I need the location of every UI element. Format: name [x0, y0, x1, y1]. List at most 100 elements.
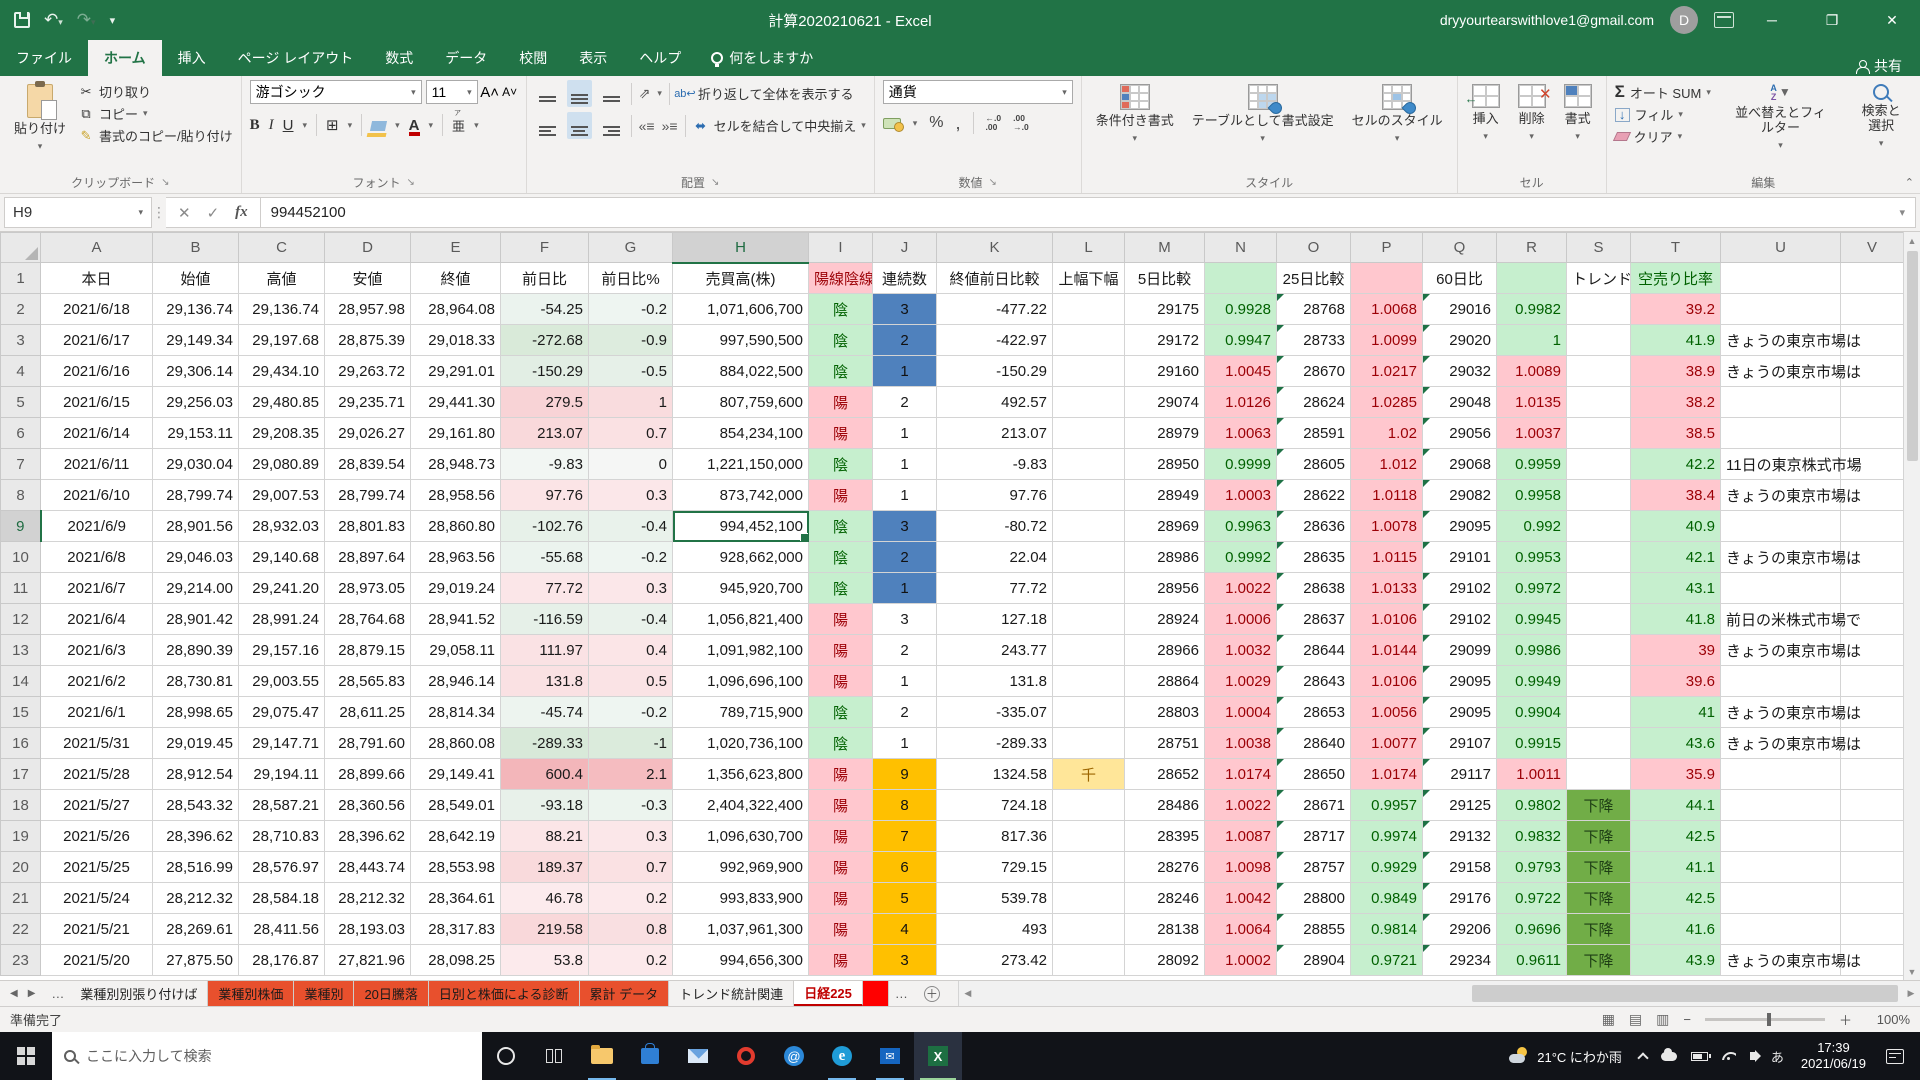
- column-header-T[interactable]: T: [1631, 233, 1721, 263]
- ribbon-tab-校閲[interactable]: 校閲: [503, 40, 563, 76]
- cell-A20[interactable]: 2021/5/25: [41, 852, 153, 883]
- zoom-slider[interactable]: [1705, 1018, 1825, 1021]
- sheet-scroll-left-icon[interactable]: ◀: [10, 988, 18, 999]
- cell-styles-button[interactable]: セルのスタイル▾: [1346, 80, 1449, 147]
- row-header-8[interactable]: 8: [1, 480, 41, 511]
- bold-button[interactable]: B: [250, 117, 260, 134]
- cell-K3[interactable]: -422.97: [937, 325, 1053, 356]
- cell-E12[interactable]: 28,941.52: [411, 604, 501, 635]
- cell-K8[interactable]: 97.76: [937, 480, 1053, 511]
- cell-S10[interactable]: [1567, 542, 1631, 573]
- cell-F15[interactable]: -45.74: [501, 697, 589, 728]
- cell-O5[interactable]: 28624: [1277, 387, 1351, 418]
- cell-K5[interactable]: 492.57: [937, 387, 1053, 418]
- cell-R19[interactable]: 0.9832: [1497, 821, 1567, 852]
- autosum-button[interactable]: Σオート SUM▾: [1615, 82, 1711, 102]
- collapse-ribbon-icon[interactable]: ⌃: [1905, 176, 1914, 189]
- cell-B20[interactable]: 28,516.99: [153, 852, 239, 883]
- cell-P13[interactable]: 1.0144: [1351, 635, 1423, 666]
- cell-H8[interactable]: 873,742,000: [673, 480, 809, 511]
- cell-N13[interactable]: 1.0032: [1205, 635, 1277, 666]
- cell-T18[interactable]: 44.1: [1631, 790, 1721, 821]
- cell-T6[interactable]: 38.5: [1631, 418, 1721, 449]
- page-break-view-icon[interactable]: ▥: [1656, 1011, 1669, 1028]
- cell-E14[interactable]: 28,946.14: [411, 666, 501, 697]
- cell-S22[interactable]: 下降: [1567, 914, 1631, 945]
- cell-C16[interactable]: 29,147.71: [239, 728, 325, 759]
- cell-A2[interactable]: 2021/6/18: [41, 294, 153, 325]
- cell-M1[interactable]: 5日比較: [1125, 263, 1205, 294]
- cell-N7[interactable]: 0.9999: [1205, 449, 1277, 480]
- cell-H14[interactable]: 1,096,696,100: [673, 666, 809, 697]
- cell-D1[interactable]: 安値: [325, 263, 411, 294]
- cell-V6[interactable]: [1841, 418, 1904, 449]
- column-header-S[interactable]: S: [1567, 233, 1631, 263]
- cell-R21[interactable]: 0.9722: [1497, 883, 1567, 914]
- cell-K2[interactable]: -477.22: [937, 294, 1053, 325]
- horizontal-scrollbar[interactable]: ◀ ▶: [958, 981, 1920, 1006]
- ribbon-tab-数式[interactable]: 数式: [369, 40, 429, 76]
- bottom-align-icon[interactable]: [599, 82, 624, 105]
- cell-A16[interactable]: 2021/5/31: [41, 728, 153, 759]
- cell-T9[interactable]: 40.9: [1631, 511, 1721, 542]
- cell-F2[interactable]: -54.25: [501, 294, 589, 325]
- cell-F10[interactable]: -55.68: [501, 542, 589, 573]
- cell-D23[interactable]: 27,821.96: [325, 945, 411, 976]
- cell-I12[interactable]: 陽: [809, 604, 873, 635]
- cell-J7[interactable]: 1: [873, 449, 937, 480]
- taskbar-search-input[interactable]: ここに入力して検索: [52, 1032, 482, 1080]
- cell-T10[interactable]: 42.1: [1631, 542, 1721, 573]
- cell-Q11[interactable]: 29102: [1423, 573, 1497, 604]
- cell-C15[interactable]: 29,075.47: [239, 697, 325, 728]
- cell-F13[interactable]: 111.97: [501, 635, 589, 666]
- cell-K17[interactable]: 1324.58: [937, 759, 1053, 790]
- cell-F7[interactable]: -9.83: [501, 449, 589, 480]
- cell-D20[interactable]: 28,443.74: [325, 852, 411, 883]
- cell-L4[interactable]: [1053, 356, 1125, 387]
- cell-R9[interactable]: 0.992: [1497, 511, 1567, 542]
- cell-I16[interactable]: 陰: [809, 728, 873, 759]
- cell-M21[interactable]: 28246: [1125, 883, 1205, 914]
- cell-N6[interactable]: 1.0063: [1205, 418, 1277, 449]
- sort-filter-button[interactable]: AZ▼ 並べ替えとフィルター▾: [1725, 80, 1836, 154]
- cell-J4[interactable]: 1: [873, 356, 937, 387]
- enter-icon[interactable]: ✓: [207, 204, 220, 222]
- zoom-slider-knob[interactable]: [1767, 1013, 1771, 1026]
- share-button[interactable]: 共有: [1856, 56, 1920, 76]
- column-header-F[interactable]: F: [501, 233, 589, 263]
- cell-S21[interactable]: 下降: [1567, 883, 1631, 914]
- cell-M5[interactable]: 29074: [1125, 387, 1205, 418]
- cell-E18[interactable]: 28,549.01: [411, 790, 501, 821]
- ribbon-tab-ヘルプ[interactable]: ヘルプ: [623, 40, 697, 76]
- cell-I19[interactable]: 陽: [809, 821, 873, 852]
- cell-U2[interactable]: [1721, 294, 1841, 325]
- cell-C14[interactable]: 29,003.55: [239, 666, 325, 697]
- cell-V21[interactable]: [1841, 883, 1904, 914]
- row-header-22[interactable]: 22: [1, 914, 41, 945]
- cell-Q3[interactable]: 29020: [1423, 325, 1497, 356]
- cell-P8[interactable]: 1.0118: [1351, 480, 1423, 511]
- cell-H11[interactable]: 945,920,700: [673, 573, 809, 604]
- cell-D4[interactable]: 29,263.72: [325, 356, 411, 387]
- cell-R16[interactable]: 0.9915: [1497, 728, 1567, 759]
- avatar[interactable]: D: [1670, 6, 1698, 34]
- middle-align-icon[interactable]: [567, 80, 592, 107]
- cell-P1[interactable]: [1351, 263, 1423, 294]
- cell-D9[interactable]: 28,801.83: [325, 511, 411, 542]
- cell-Q12[interactable]: 29102: [1423, 604, 1497, 635]
- sheet-tab-業種別[interactable]: 業種別: [294, 981, 354, 1006]
- cell-D21[interactable]: 28,212.32: [325, 883, 411, 914]
- cell-R10[interactable]: 0.9953: [1497, 542, 1567, 573]
- cell-A6[interactable]: 2021/6/14: [41, 418, 153, 449]
- cell-O11[interactable]: 28638: [1277, 573, 1351, 604]
- cell-Q19[interactable]: 29132: [1423, 821, 1497, 852]
- zoom-out-icon[interactable]: −: [1683, 1012, 1691, 1027]
- cell-T4[interactable]: 38.9: [1631, 356, 1721, 387]
- cell-H7[interactable]: 1,221,150,000: [673, 449, 809, 480]
- cell-S11[interactable]: [1567, 573, 1631, 604]
- cell-C6[interactable]: 29,208.35: [239, 418, 325, 449]
- cell-E4[interactable]: 29,291.01: [411, 356, 501, 387]
- cell-H20[interactable]: 992,969,900: [673, 852, 809, 883]
- cell-U6[interactable]: [1721, 418, 1841, 449]
- phonetic-guide-icon[interactable]: 亜: [452, 116, 465, 135]
